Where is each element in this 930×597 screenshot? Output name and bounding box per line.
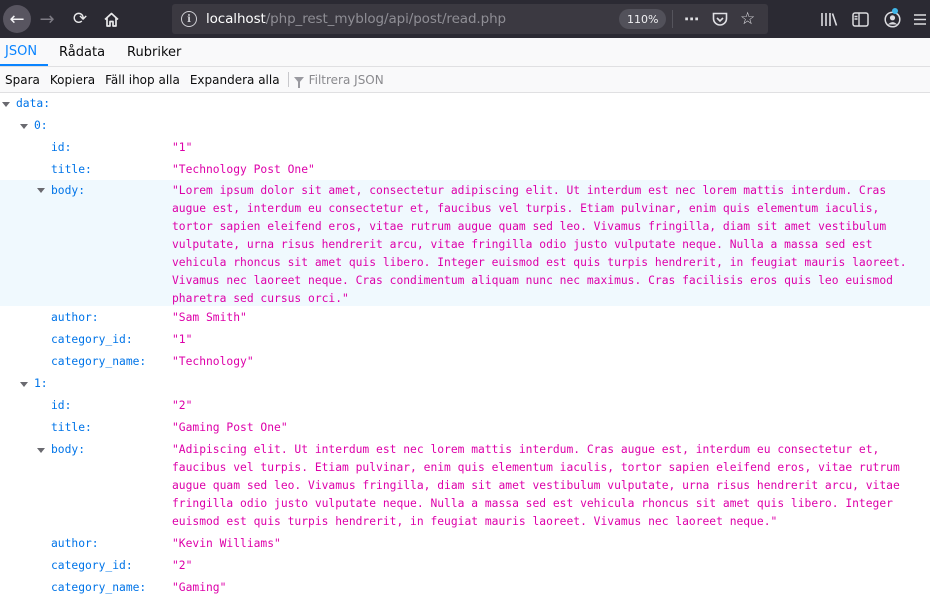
tree-value: "2" (172, 399, 193, 412)
account-icon[interactable] (880, 0, 904, 38)
tree-key: title: (51, 421, 92, 434)
tree-key: 1: (34, 377, 48, 390)
tree-value: "Kevin Williams" (172, 537, 281, 550)
tree-key: body: (51, 184, 86, 197)
tree-key: data: (16, 97, 51, 110)
tree-key: title: (51, 163, 92, 176)
pocket-icon[interactable] (712, 4, 728, 34)
tree-value: "Gaming" (172, 581, 227, 594)
save-button[interactable]: Spara (0, 73, 45, 87)
tree-key: 0: (34, 119, 48, 132)
forward-icon[interactable]: → (36, 0, 58, 38)
tree-key: category_id: (51, 559, 133, 572)
tree-key: id: (51, 141, 72, 154)
notification-dot (892, 8, 898, 14)
tree-row-data[interactable]: data: (0, 95, 930, 113)
url-bar[interactable]: i localhost/php_rest_myblog/api/post/rea… (172, 4, 768, 34)
expand-arrow-icon[interactable] (20, 382, 28, 387)
tree-row[interactable]: id: "1" (0, 139, 930, 157)
tree-value: "Lorem ipsum dolor sit amet, consectetur… (172, 184, 907, 305)
tree-value: "1" (172, 333, 193, 346)
back-button[interactable]: ← (0, 0, 34, 38)
collapse-all-button[interactable]: Fäll ihop alla (100, 73, 185, 87)
browser-toolbar: ← → ⟳ i localhost/php_rest_myblog/api/po… (0, 0, 930, 38)
expand-arrow-icon[interactable] (2, 102, 10, 107)
reload-icon[interactable]: ⟳ (68, 0, 92, 38)
tree-value: "2" (172, 559, 193, 572)
tab-json[interactable]: JSON (0, 38, 49, 66)
filter-icon (293, 76, 304, 88)
tree-row[interactable]: body: "Adipiscing elit. Ut interdum est … (0, 441, 930, 531)
expand-arrow-icon[interactable] (37, 448, 45, 453)
tree-row[interactable]: category_id: "1" (0, 331, 930, 349)
tree-value: "Technology" (172, 355, 254, 368)
toolbar-divider (287, 72, 289, 87)
tree-value: "Adipiscing elit. Ut interdum est nec lo… (172, 443, 900, 528)
urlbar-divider (672, 10, 673, 28)
url-text[interactable]: localhost/php_rest_myblog/api/post/read.… (206, 11, 506, 27)
json-toolbar: Spara Kopiera Fäll ihop alla Expandera a… (0, 67, 930, 93)
tree-row[interactable]: title: "Technology Post One" (0, 161, 930, 179)
info-icon[interactable]: i (181, 11, 197, 27)
filter-json-input[interactable]: Filtrera JSON (293, 72, 384, 88)
tree-row[interactable]: title: "Gaming Post One" (0, 419, 930, 437)
library-icon[interactable] (818, 0, 840, 38)
zoom-indicator[interactable]: 110% (619, 9, 667, 29)
tree-row-item[interactable]: 1: (0, 375, 930, 393)
tab-raw-data[interactable]: Rådata (48, 38, 116, 66)
tree-row[interactable]: category_id: "2" (0, 557, 930, 575)
menu-icon[interactable] (910, 0, 930, 38)
bookmark-star-icon[interactable]: ☆ (740, 4, 755, 34)
tree-row[interactable]: id: "2" (0, 397, 930, 415)
json-tree: data: 0: id: "1" title: "Technology Post… (0, 93, 930, 594)
home-icon[interactable] (100, 0, 122, 38)
tree-value: "1" (172, 141, 193, 154)
tree-row[interactable]: author: "Kevin Williams" (0, 535, 930, 553)
tree-value: "Technology Post One" (172, 163, 315, 176)
more-icon[interactable]: ⋯ (684, 4, 700, 34)
sidebar-icon[interactable] (849, 0, 871, 38)
tab-headers[interactable]: Rubriker (116, 38, 192, 66)
filter-placeholder: Filtrera JSON (308, 72, 384, 87)
tree-key: body: (51, 443, 86, 456)
tree-row[interactable]: category_name: "Gaming" (0, 579, 930, 597)
expand-arrow-icon[interactable] (20, 124, 28, 129)
tree-key: id: (51, 399, 72, 412)
tree-row[interactable]: category_name: "Technology" (0, 353, 930, 371)
tree-key: author: (51, 311, 99, 324)
tree-key: author: (51, 537, 99, 550)
tree-key: category_name: (51, 355, 147, 368)
expand-arrow-icon[interactable] (37, 188, 45, 193)
copy-button[interactable]: Kopiera (45, 73, 100, 87)
tree-value: "Sam Smith" (172, 311, 247, 324)
back-icon: ← (3, 5, 31, 33)
viewer-tabs: JSON Rådata Rubriker (0, 38, 930, 67)
expand-all-button[interactable]: Expandera alla (185, 73, 285, 87)
tree-row-item[interactable]: 0: (0, 117, 930, 135)
tree-value: "Gaming Post One" (172, 421, 288, 434)
tree-row-highlighted[interactable]: body: "Lorem ipsum dolor sit amet, conse… (0, 180, 930, 306)
tree-key: category_name: (51, 581, 147, 594)
tree-key: category_id: (51, 333, 133, 346)
tree-row[interactable]: author: "Sam Smith" (0, 309, 930, 327)
